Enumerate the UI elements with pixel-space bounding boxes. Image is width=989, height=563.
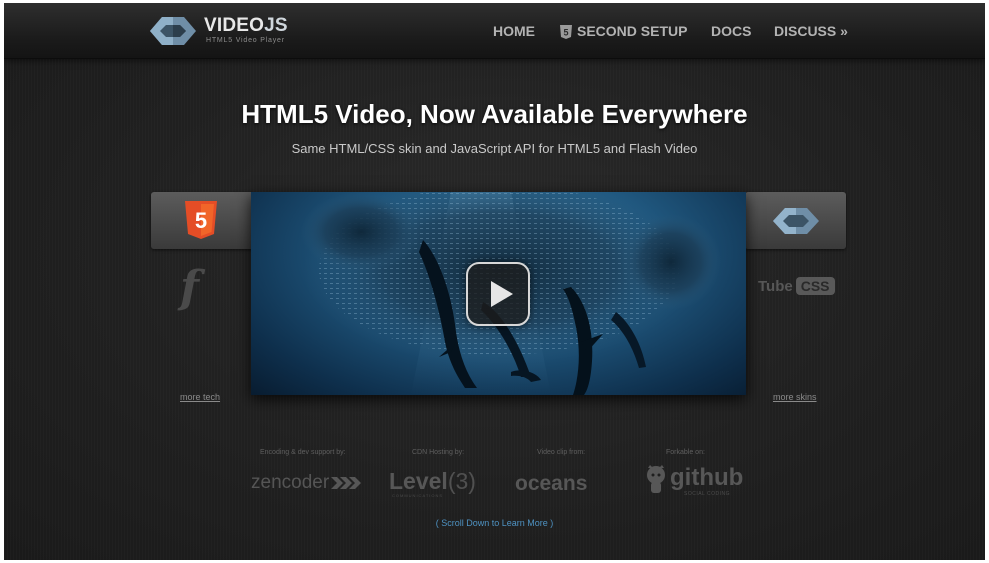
play-button[interactable] xyxy=(466,262,530,326)
html5-badge-icon: 5 xyxy=(185,201,217,239)
tubecss-css-label: CSS xyxy=(795,277,835,295)
svg-text:5: 5 xyxy=(563,28,568,38)
cdn-caption: CDN Hosting by: xyxy=(412,449,465,456)
encoding-caption: Encoding & dev support by: xyxy=(260,449,346,456)
play-icon xyxy=(491,281,513,307)
nav-discuss[interactable]: DISCUSS » xyxy=(774,23,848,39)
logo-wordmark: VIDEOJS xyxy=(204,15,288,37)
zencoder-arrows-icon xyxy=(331,476,362,489)
skin-selector-default[interactable] xyxy=(745,192,846,249)
videojs-logo[interactable]: VIDEOJS HTML5 Video Player xyxy=(150,13,310,49)
videojs-skin-icon xyxy=(773,208,819,234)
html5-badge-number: 5 xyxy=(195,208,207,233)
tubecss-tube-label: Tube xyxy=(758,277,793,295)
fork-caption: Forkable on: xyxy=(666,449,705,456)
level3-wordmark: Level xyxy=(389,468,448,494)
nav-home[interactable]: HOME xyxy=(493,23,535,39)
clip-caption: Video clip from: xyxy=(537,449,586,456)
github-subtitle: SOCIAL CODING xyxy=(684,491,731,497)
level3-subtitle: COMMUNICATIONS xyxy=(392,493,444,498)
zencoder-wordmark: zencoder xyxy=(251,472,330,493)
hero-subtitle: Same HTML/CSS skin and JavaScript API fo… xyxy=(291,141,698,156)
hero-title: HTML5 Video, Now Available Everywhere xyxy=(241,99,748,129)
github-octocat-icon xyxy=(647,465,665,493)
github-logo[interactable]: github xyxy=(670,464,743,492)
more-skins-link[interactable]: more skins xyxy=(773,392,817,402)
top-navigation-bar: VIDEOJS HTML5 Video Player 5 HOME SECOND… xyxy=(4,3,985,59)
level3-number: (3) xyxy=(447,468,476,494)
tubecss-skin[interactable]: Tube CSS xyxy=(758,277,835,299)
level3-logo[interactable]: Level(3) xyxy=(389,468,476,495)
scroll-down-link[interactable]: ( Scroll Down to Learn More ) xyxy=(4,518,985,528)
logo-tagline: HTML5 Video Player xyxy=(206,37,285,44)
zencoder-logo[interactable]: zencoder xyxy=(251,472,362,494)
more-tech-link[interactable]: more tech xyxy=(180,392,220,402)
logo-wordmark-video: VIDEO xyxy=(204,15,265,36)
browser-viewport: VIDEOJS HTML5 Video Player 5 HOME SECOND… xyxy=(4,3,985,560)
logo-wordmark-js: JS xyxy=(264,15,288,36)
html5-shield-icon: 5 xyxy=(560,25,572,39)
video-player[interactable] xyxy=(251,192,746,395)
nav-second-setup[interactable]: SECOND SETUP xyxy=(577,23,687,39)
videojs-logo-icon xyxy=(150,17,196,45)
oceans-logo[interactable]: oceans xyxy=(515,472,587,496)
flash-tech-icon[interactable]: f xyxy=(180,265,199,311)
nav-docs[interactable]: DOCS xyxy=(711,23,751,39)
page: VIDEOJS HTML5 Video Player 5 HOME SECOND… xyxy=(4,3,985,560)
tech-selector-html5[interactable]: 5 xyxy=(151,192,255,249)
